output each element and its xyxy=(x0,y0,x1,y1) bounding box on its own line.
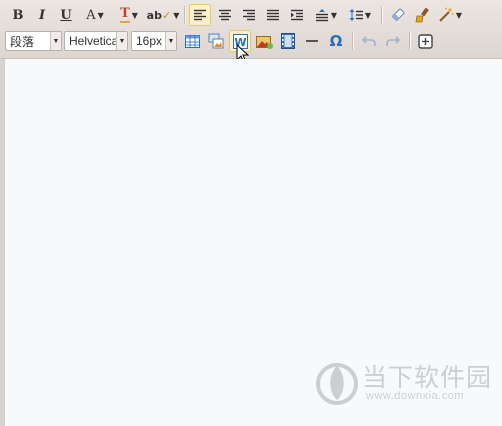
align-center-button[interactable] xyxy=(214,4,236,26)
chevron-down-icon: ▼ xyxy=(97,10,104,20)
omega-icon: Ω xyxy=(329,32,343,50)
underline-button[interactable]: U xyxy=(56,4,76,26)
font-size-select[interactable]: 16px ▼ xyxy=(131,31,177,51)
align-right-button[interactable] xyxy=(238,4,260,26)
line-spacing-top-button[interactable]: ▼ xyxy=(311,4,341,26)
back-color-button[interactable]: T ▼ xyxy=(114,4,144,26)
watermark-url: www.downxia.com xyxy=(366,390,464,402)
align-justify-icon xyxy=(267,9,279,21)
chevron-down-icon: ▼ xyxy=(330,10,338,20)
toolbar-separator xyxy=(352,32,354,50)
watermark-title: 当下软件园 xyxy=(362,363,493,392)
word-document-icon: W xyxy=(232,33,248,49)
chevron-down-icon: ▼ xyxy=(50,32,61,50)
picture-icon xyxy=(255,35,273,49)
indent-button[interactable] xyxy=(286,4,308,26)
toolbar-row-2: 段落 ▼ Helvetica ▼ 16px ▼ W Ω xyxy=(0,30,502,54)
back-color-icon: T xyxy=(120,6,130,23)
auto-format-button[interactable]: ▼ xyxy=(435,4,465,26)
italic-button[interactable]: I xyxy=(32,4,52,26)
chevron-down-icon: ▼ xyxy=(364,10,372,20)
align-left-icon xyxy=(194,9,206,21)
bold-button[interactable]: B xyxy=(8,4,28,26)
insert-image-button[interactable] xyxy=(205,30,227,52)
word-paste-button[interactable]: W xyxy=(229,30,251,52)
film-icon xyxy=(281,33,295,49)
chevron-down-icon: ▼ xyxy=(173,10,180,20)
paragraph-spacing-icon xyxy=(315,9,328,22)
toolbar-row-1: B I U A ▼ T ▼ ab✓ ▼ ▼ ▼ ▼ xyxy=(0,4,502,28)
svg-text:W: W xyxy=(234,36,246,49)
toolbar-separator xyxy=(381,6,383,24)
watermark: 当下软件园 www.downxia.com xyxy=(316,360,496,408)
spellcheck-icon: ab✓ xyxy=(146,8,172,22)
align-right-icon xyxy=(243,9,255,21)
paragraph-select-value: 段落 xyxy=(10,34,35,49)
watermark-logo-icon xyxy=(316,363,358,405)
editor-toolbar: B I U A ▼ T ▼ ab✓ ▼ ▼ ▼ ▼ 段落 ▼ Helvetica… xyxy=(0,0,502,64)
special-char-button[interactable]: Ω xyxy=(325,30,347,52)
insert-picture-button[interactable] xyxy=(253,30,275,52)
font-family-select-value: Helvetica xyxy=(69,34,116,48)
insert-table-button[interactable] xyxy=(181,30,203,52)
expand-icon xyxy=(417,33,433,49)
eraser-icon xyxy=(392,8,405,21)
toolbar-separator xyxy=(409,32,411,50)
magic-wand-icon xyxy=(439,7,454,22)
indent-icon xyxy=(291,9,303,21)
horizontal-rule-button[interactable] xyxy=(301,30,323,52)
chevron-down-icon: ▼ xyxy=(116,32,127,50)
chevron-down-icon: ▼ xyxy=(455,10,463,20)
insert-video-button[interactable] xyxy=(277,30,299,52)
toolbar-separator xyxy=(184,6,186,24)
align-justify-button[interactable] xyxy=(262,4,284,26)
undo-icon xyxy=(362,36,376,46)
undo-button[interactable] xyxy=(358,30,380,52)
paint-brush-icon xyxy=(415,7,429,23)
redo-button[interactable] xyxy=(382,30,404,52)
line-height-icon xyxy=(349,9,363,21)
align-center-icon xyxy=(219,9,231,21)
paragraph-select[interactable]: 段落 ▼ xyxy=(5,31,62,51)
format-painter-button[interactable] xyxy=(411,4,433,26)
chevron-down-icon: ▼ xyxy=(131,10,138,20)
spellcheck-button[interactable]: ab✓ ▼ xyxy=(146,4,180,26)
font-size-select-value: 16px xyxy=(136,34,163,48)
font-color-button[interactable]: A ▼ xyxy=(80,4,110,26)
align-left-button[interactable] xyxy=(189,4,211,26)
chevron-down-icon: ▼ xyxy=(165,32,176,50)
font-color-icon: A xyxy=(86,7,96,23)
horizontal-line-icon xyxy=(306,40,318,42)
multi-image-icon xyxy=(208,33,224,49)
remove-format-button[interactable] xyxy=(387,4,409,26)
fullscreen-button[interactable] xyxy=(414,30,436,52)
line-height-button[interactable]: ▼ xyxy=(345,4,375,26)
font-family-select[interactable]: Helvetica ▼ xyxy=(64,31,128,51)
redo-icon xyxy=(386,36,400,46)
table-icon xyxy=(184,34,200,48)
